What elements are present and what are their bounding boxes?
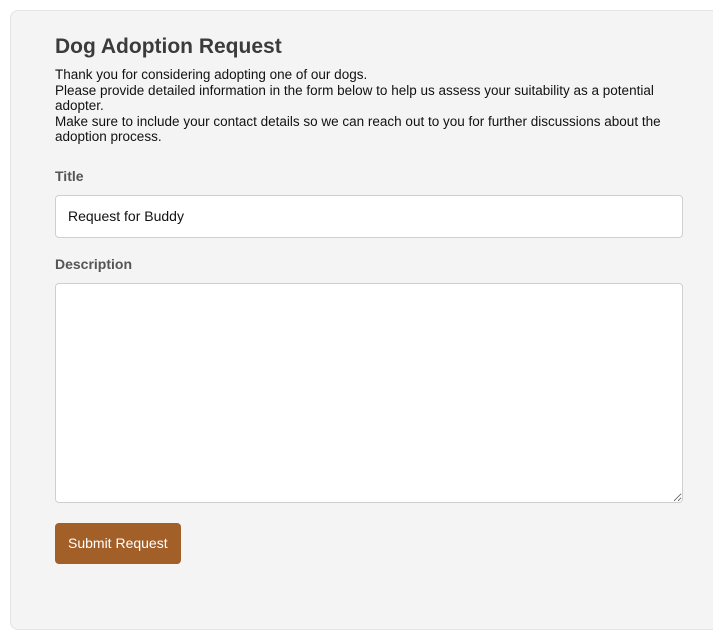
intro-text: Thank you for considering adopting one o… bbox=[55, 67, 683, 145]
adoption-form-card: Dog Adoption Request Thank you for consi… bbox=[10, 10, 713, 630]
intro-line: Thank you for considering adopting one o… bbox=[55, 67, 368, 82]
intro-line: Make sure to include your contact detail… bbox=[55, 113, 661, 145]
description-textarea[interactable] bbox=[55, 282, 683, 503]
title-label: Title bbox=[55, 167, 84, 184]
form-content: Dog Adoption Request Thank you for consi… bbox=[55, 33, 683, 564]
description-label: Description bbox=[55, 255, 133, 272]
form-title: Dog Adoption Request bbox=[55, 35, 282, 58]
intro-line: Please provide detailed information in t… bbox=[55, 82, 654, 114]
title-input[interactable] bbox=[55, 194, 683, 238]
submit-request-button[interactable]: Submit Request bbox=[55, 522, 181, 564]
